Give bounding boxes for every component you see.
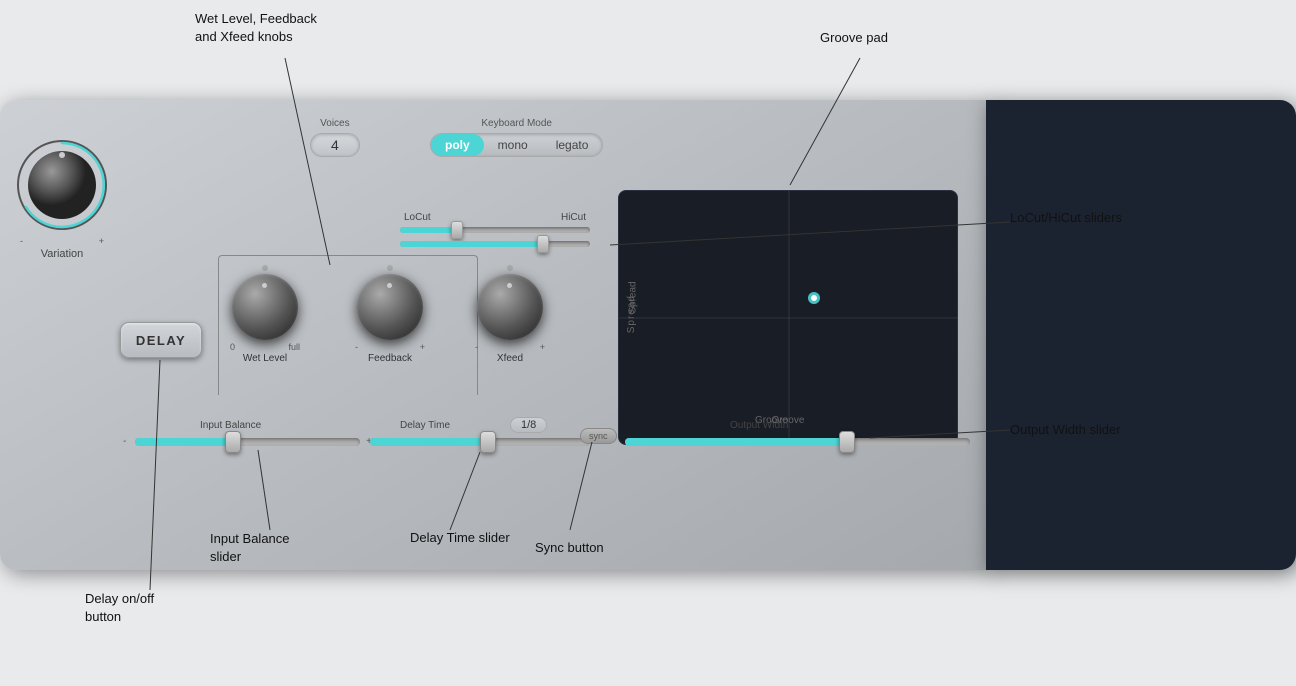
output-width-thumb[interactable]	[839, 431, 855, 453]
keyboard-mode-label: Keyboard Mode	[481, 118, 552, 129]
output-width-slider-track[interactable]	[625, 438, 970, 446]
delay-button-label: DELAY	[136, 333, 186, 348]
feedback-dot-indicator	[387, 265, 393, 271]
feedback-knob-container: - + Feedback	[355, 265, 425, 364]
hicut-thumb[interactable]	[537, 235, 549, 253]
variation-minus: -	[20, 236, 23, 246]
annotation-delay-onoff: Delay on/off button	[85, 590, 154, 626]
xfeed-knob[interactable]	[477, 274, 543, 340]
mode-legato-button[interactable]: legato	[542, 134, 603, 156]
wet-level-knob-container: 0 full Wet Level	[230, 265, 300, 364]
variation-section: - + Variation	[12, 135, 112, 260]
annotation-output-width: Output Width slider	[1010, 422, 1121, 437]
feedback-min: -	[355, 342, 358, 352]
xfeed-knob-container: - + Xfeed	[475, 265, 545, 364]
voices-display[interactable]: 4	[310, 133, 360, 157]
spread-label-text: Spread	[626, 295, 637, 333]
input-balance-label: Input Balance	[200, 420, 261, 431]
xfeed-label: Xfeed	[497, 353, 523, 364]
dark-right-panel	[986, 100, 1296, 570]
variation-ring-svg	[12, 135, 112, 235]
wet-level-dot-indicator	[262, 265, 268, 271]
xfeed-dot-indicator	[507, 265, 513, 271]
variation-plus: +	[99, 236, 104, 246]
keyboard-mode-section: Keyboard Mode poly mono legato	[430, 118, 603, 157]
keyboard-mode-buttons: poly mono legato	[430, 133, 603, 157]
sync-button[interactable]: sync	[580, 428, 617, 444]
locut-thumb[interactable]	[451, 221, 463, 239]
annotation-wet-feedback-xfeed: Wet Level, Feedback and Xfeed knobs	[195, 10, 317, 46]
hicut-slider-track[interactable]	[400, 241, 590, 247]
groove-pad-grid	[619, 191, 959, 446]
delay-time-slider-track[interactable]	[370, 438, 590, 446]
delay-time-label: Delay Time	[400, 420, 450, 431]
xfeed-max: +	[540, 342, 545, 352]
groove-pad[interactable]: Spread Groove	[618, 190, 958, 445]
wet-level-knob[interactable]	[232, 274, 298, 340]
voices-section: Voices 4	[310, 118, 360, 157]
annotation-sync: Sync button	[535, 540, 604, 555]
feedback-max: +	[420, 342, 425, 352]
wet-level-max: full	[288, 342, 300, 352]
variation-label: Variation	[12, 248, 112, 260]
delay-onoff-button[interactable]: DELAY	[120, 322, 202, 358]
wet-level-min: 0	[230, 342, 235, 352]
voices-label: Voices	[320, 118, 349, 129]
locut-hicut-section: LoCut HiCut	[390, 212, 600, 247]
xfeed-min: -	[475, 342, 478, 352]
output-width-label: Output Width	[730, 420, 788, 431]
annotation-groove-pad: Groove pad	[820, 30, 888, 45]
annotation-locut-hicut: LoCut/HiCut sliders	[1010, 210, 1122, 225]
mode-poly-button[interactable]: poly	[431, 134, 484, 156]
mode-mono-button[interactable]: mono	[484, 134, 542, 156]
hicut-label: HiCut	[561, 212, 586, 223]
feedback-knob[interactable]	[357, 274, 423, 340]
annotation-input-balance: Input Balance slider	[210, 530, 290, 566]
input-balance-minus: -	[123, 436, 126, 447]
input-balance-thumb[interactable]	[225, 431, 241, 453]
locut-label: LoCut	[404, 212, 431, 223]
wet-level-label: Wet Level	[243, 353, 287, 364]
feedback-label: Feedback	[368, 353, 412, 364]
delay-time-thumb[interactable]	[480, 431, 496, 453]
annotation-delay-time: Delay Time slider	[410, 530, 510, 545]
locut-slider-track[interactable]	[400, 227, 590, 233]
input-balance-slider-track[interactable]: - +	[135, 438, 360, 446]
delay-time-value-display: 1/8	[510, 417, 547, 433]
